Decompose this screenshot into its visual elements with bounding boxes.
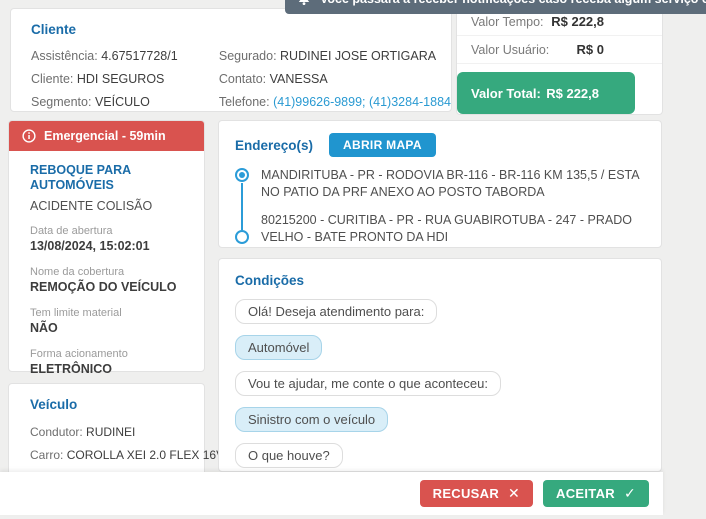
open-date-value: 13/08/2024, 15:02:01	[30, 239, 150, 253]
conditions-card: Condições Olá! Deseja atendimento para: …	[218, 258, 662, 472]
value-user-row: Valor Usuário: R$ 0	[457, 36, 662, 64]
conditions-card-title: Condições	[235, 273, 305, 288]
activation-type-value: ELETRÔNICO	[30, 362, 112, 376]
info-icon	[22, 129, 36, 143]
chat-bubble-question: Vou te ajudar, me conte o que aconteceu:	[235, 371, 501, 396]
contact-value: VANESSA	[269, 72, 328, 86]
open-date-field: Data de abertura 13/08/2024, 15:02:01	[30, 224, 194, 254]
service-subtype: ACIDENTE COLISÃO	[30, 199, 153, 213]
client-card: Cliente Assistência: 4.67517728/1 Client…	[10, 8, 452, 112]
urgency-label: Emergencial - 59min	[44, 129, 166, 143]
value-total-row: Valor Total: R$ 222,8	[457, 72, 635, 114]
client-name-row: Cliente: HDI SEGUROS	[31, 72, 165, 86]
assistance-number-row: Assistência: 4.67517728/1	[31, 49, 178, 63]
segment-value: VEÍCULO	[94, 95, 150, 109]
route-line	[241, 183, 243, 230]
car-row: Carro: COROLLA XEI 2.0 FLEX 16V	[30, 448, 225, 462]
check-icon: ✓	[623, 485, 636, 501]
values-card: Valor Tempo: R$ 222,8 Valor Usuário: R$ …	[456, 4, 663, 115]
value-total-amount: R$ 222,8	[546, 85, 599, 101]
client-name-value: HDI SEGUROS	[76, 72, 165, 86]
route: MANDIRITUBA - PR - RODOVIA BR-116 - BR-1…	[235, 167, 645, 246]
notification-toast[interactable]: Você passará a receber notificações caso…	[285, 0, 706, 14]
segment-row: Segmento: VEÍCULO	[31, 95, 150, 109]
address-card-title: Endereço(s)	[235, 137, 314, 153]
car-value: COROLLA XEI 2.0 FLEX 16V	[66, 448, 225, 462]
service-type: REBOQUE PARA AUTOMÓVEIS	[30, 163, 131, 192]
activation-type-field: Forma acionamento ELETRÔNICO	[30, 347, 194, 377]
close-icon: ✕	[508, 485, 521, 501]
destination-address-text: 80215200 - CURITIBA - PR - RUA GUABIROTU…	[261, 213, 632, 244]
value-time-amount: R$ 222,8	[551, 14, 604, 29]
destination-address: 80215200 - CURITIBA - PR - RUA GUABIROTU…	[235, 212, 645, 246]
material-limit-value: NÃO	[30, 321, 58, 335]
driver-value: RUDINEI	[86, 425, 136, 439]
chat-bubble-answer: Sinistro com o veículo	[235, 407, 389, 432]
origin-pin-icon	[235, 168, 249, 182]
phone-link[interactable]: (41)99626-9899; (41)3284-1884	[273, 95, 451, 109]
assistance-number-value: 4.67517728/1	[101, 49, 178, 63]
driver-row: Condutor: RUDINEI	[30, 425, 136, 439]
chat-bubble-question: O que houve?	[235, 443, 343, 468]
toast-text: Você passará a receber notificações caso…	[320, 0, 706, 6]
address-card: Endereço(s) ABRIR MAPA MANDIRITUBA - PR …	[218, 120, 662, 248]
insured-row: Segurado: RUDINEI JOSE ORTIGARA	[218, 49, 437, 63]
insured-value: RUDINEI JOSE ORTIGARA	[280, 49, 437, 63]
chat-bubble-answer: Automóvel	[235, 335, 323, 360]
action-footer: RECUSAR ✕ ACEITAR ✓	[0, 472, 663, 515]
origin-address: MANDIRITUBA - PR - RODOVIA BR-116 - BR-1…	[235, 167, 645, 201]
reject-button[interactable]: RECUSAR ✕	[419, 480, 534, 507]
bell-icon	[297, 0, 311, 6]
open-map-button[interactable]: ABRIR MAPA	[329, 133, 436, 157]
material-limit-field: Tem limite material NÃO	[30, 306, 194, 336]
value-user-amount: R$ 0	[576, 42, 604, 57]
urgency-badge: Emergencial - 59min	[9, 121, 204, 151]
coverage-name-field: Nome da cobertura REMOÇÃO DO VEÍCULO	[30, 265, 194, 295]
origin-address-text: MANDIRITUBA - PR - RODOVIA BR-116 - BR-1…	[261, 168, 639, 199]
service-card: Emergencial - 59min REBOQUE PARA AUTOMÓV…	[8, 120, 205, 376]
coverage-name-value: REMOÇÃO DO VEÍCULO	[30, 280, 177, 294]
phone-row: Telefone: (41)99626-9899; (41)3284-1884	[218, 95, 451, 109]
chat-bubble-question: Olá! Deseja atendimento para:	[235, 299, 438, 324]
accept-button[interactable]: ACEITAR ✓	[543, 480, 649, 507]
contact-row: Contato: VANESSA	[218, 72, 328, 86]
destination-pin-icon	[235, 230, 249, 244]
client-card-title: Cliente	[31, 22, 77, 37]
vehicle-card-title: Veículo	[30, 397, 78, 412]
